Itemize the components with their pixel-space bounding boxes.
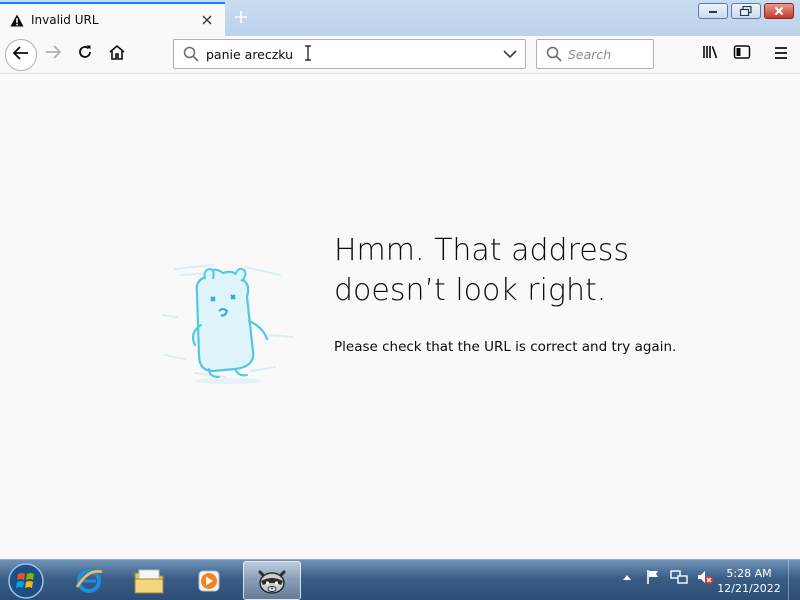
home-button[interactable]	[106, 43, 128, 65]
system-tray	[618, 568, 714, 586]
menu-icon	[773, 45, 789, 64]
search-input[interactable]	[568, 46, 648, 62]
error-headline-line1: Hmm. That address	[334, 233, 629, 268]
search-icon	[182, 45, 200, 63]
back-button[interactable]	[5, 39, 37, 71]
error-message: Please check that the URL is correct and…	[334, 339, 677, 355]
reload-icon	[77, 44, 93, 64]
forward-button[interactable]	[42, 43, 64, 65]
reload-button[interactable]	[74, 43, 96, 65]
network-icon[interactable]	[670, 568, 688, 586]
windows-start-icon[interactable]	[6, 562, 46, 600]
title-bar: Invalid URL	[0, 0, 800, 36]
clock-time: 5:28 AM	[726, 567, 772, 580]
firefox-raccoon-icon[interactable]	[243, 561, 301, 600]
show-hidden-icons-icon[interactable]	[618, 568, 636, 586]
sidebar-icon	[733, 44, 751, 64]
library-button[interactable]	[700, 43, 722, 65]
library-icon	[702, 44, 720, 64]
url-input[interactable]: panie areczku	[206, 47, 501, 62]
home-icon	[108, 44, 126, 64]
text-cursor-icon	[304, 45, 312, 65]
warning-icon	[9, 12, 25, 28]
menu-button[interactable]	[770, 43, 792, 65]
file-explorer-icon[interactable]	[120, 561, 178, 600]
media-player-icon[interactable]	[180, 561, 238, 600]
tab-invalid-url[interactable]: Invalid URL	[0, 2, 225, 36]
error-page: Hmm. That address doesn’t look right. Pl…	[0, 75, 800, 559]
window-controls	[698, 3, 794, 19]
show-desktop-button[interactable]	[788, 560, 800, 600]
url-bar[interactable]: panie areczku	[173, 39, 526, 69]
arrow-left-icon	[12, 45, 30, 65]
close-icon[interactable]	[200, 13, 214, 27]
confused-dino-illustration	[155, 255, 300, 385]
close-icon[interactable]	[764, 3, 794, 19]
restore-icon[interactable]	[731, 3, 761, 19]
error-headline: Hmm. That address doesn’t look right.	[334, 231, 774, 311]
error-headline-line2: doesn’t look right.	[334, 273, 607, 308]
clock-date: 12/21/2022	[717, 582, 781, 595]
chevron-down-icon[interactable]	[501, 45, 519, 63]
search-icon	[545, 45, 563, 63]
tab-title: Invalid URL	[31, 13, 99, 27]
system-clock[interactable]: 5:28 AM 12/21/2022	[712, 566, 786, 596]
minimize-icon[interactable]	[698, 3, 728, 19]
action-center-flag-icon[interactable]	[644, 568, 662, 586]
sidebar-button[interactable]	[731, 43, 753, 65]
internet-explorer-icon[interactable]	[60, 561, 118, 600]
taskbar: 5:28 AM 12/21/2022	[0, 559, 800, 600]
search-bar[interactable]	[536, 39, 654, 69]
navigation-toolbar: panie areczku	[0, 36, 800, 74]
arrow-right-icon	[44, 44, 62, 64]
plus-icon[interactable]	[230, 6, 252, 28]
